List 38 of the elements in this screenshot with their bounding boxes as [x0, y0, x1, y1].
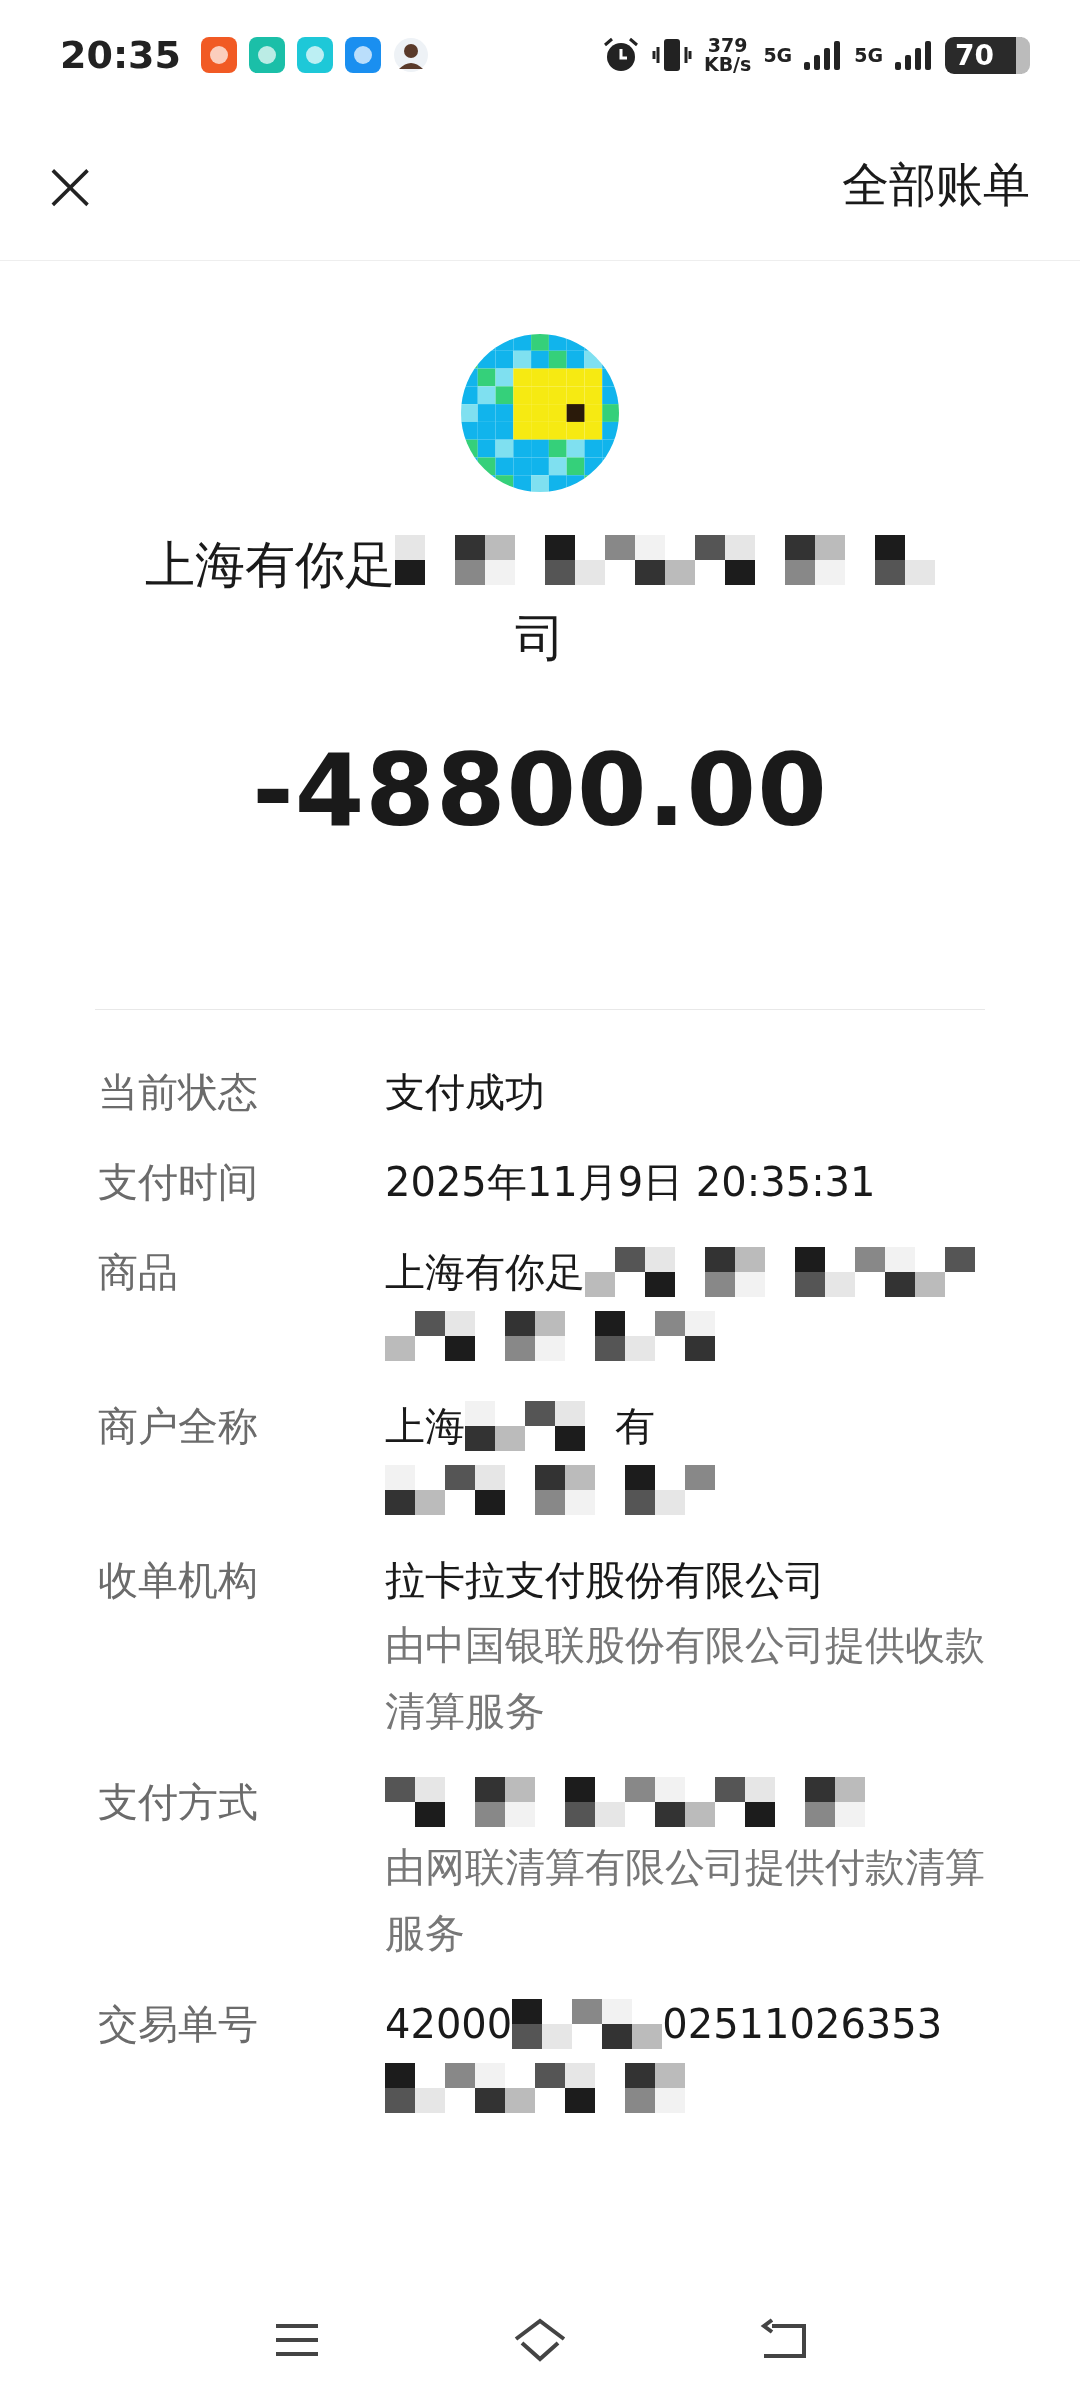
app-icon — [248, 37, 285, 73]
signal-icon — [895, 40, 934, 70]
field-label: 商户全称 — [98, 1402, 259, 1451]
field-value: 拉卡拉支付股份有限公司 — [385, 1555, 825, 1605]
app-icon — [200, 37, 237, 73]
avatar-icon — [392, 37, 429, 73]
field-note: 由网联清算有限公司提供付款清算服务 — [385, 1843, 985, 1958]
merchant-name: 上海有你足 — [145, 534, 395, 596]
field-value: 2025年11月9日 20:35:31 — [385, 1157, 876, 1207]
field-label: 收单机构 — [98, 1556, 259, 1605]
field-value: 上海 — [385, 1401, 465, 1451]
amount: -48800.00 — [252, 732, 828, 849]
signal-icon — [804, 40, 843, 70]
network-unit: KB/s — [703, 55, 752, 74]
all-bills-link[interactable]: 全部账单 — [842, 153, 1030, 217]
field-label: 支付方式 — [98, 1778, 259, 1827]
network-speed: 379 — [707, 36, 748, 55]
home-button[interactable] — [512, 2317, 568, 2363]
field-value: 有 — [615, 1401, 655, 1451]
close-button[interactable]: × — [36, 149, 105, 221]
field-label: 支付时间 — [98, 1158, 259, 1207]
field-value: 上海有你足 — [385, 1247, 585, 1297]
field-value: 支付成功 — [385, 1067, 545, 1117]
field-note: 由中国银联股份有限公司提供收款清算服务 — [385, 1621, 985, 1736]
battery-level: 70 — [945, 36, 1030, 74]
network-type: 5G — [763, 45, 793, 65]
app-icon — [296, 37, 333, 73]
field-label: 交易单号 — [98, 2000, 259, 2049]
alarm-icon — [601, 36, 640, 74]
vibrate-icon — [651, 36, 692, 74]
app-icon — [344, 37, 381, 73]
field-value: 42000 — [385, 2001, 513, 2047]
field-value: 02511026353 — [662, 2001, 943, 2047]
merchant-name: 司 — [515, 608, 565, 669]
network-type: 5G — [854, 45, 884, 65]
status-time: 20:35 — [60, 33, 181, 77]
field-label: 当前状态 — [98, 1068, 259, 1117]
field-label: 商品 — [98, 1248, 179, 1297]
